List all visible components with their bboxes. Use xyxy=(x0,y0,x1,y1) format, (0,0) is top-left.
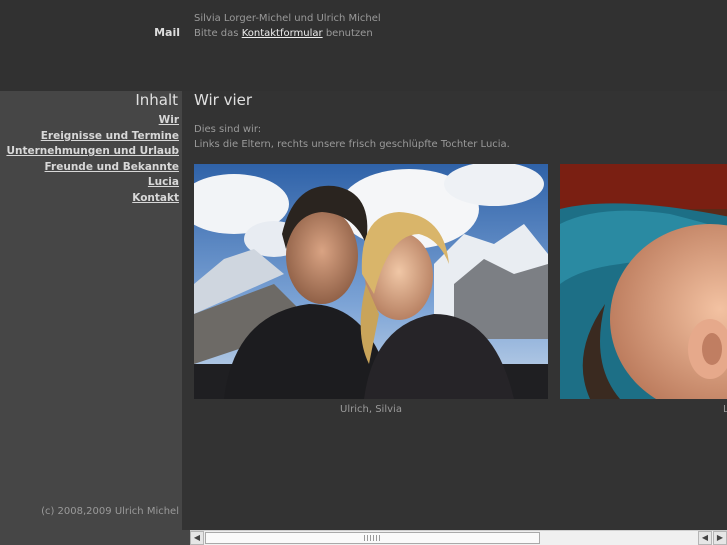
nav-title: Inhalt xyxy=(135,91,178,109)
contact-form-link[interactable]: Kontaktformular xyxy=(242,28,323,39)
nav-link-wir[interactable]: Wir xyxy=(159,114,179,126)
main-content: Wir vier Dies sind wir: Links die Eltern… xyxy=(182,91,727,532)
arrow-left-icon: ◀ xyxy=(701,533,709,542)
nav-link-kontakt[interactable]: Kontakt xyxy=(132,192,179,204)
intro-line-1: Dies sind wir: xyxy=(194,124,262,135)
photo-lucia[interactable] xyxy=(560,164,727,399)
grip-icon xyxy=(364,535,382,541)
mail-label: Mail xyxy=(154,26,180,39)
scrollbar-thumb[interactable] xyxy=(205,532,540,544)
page-title: Wir vier xyxy=(194,91,253,109)
photo-parents-image xyxy=(194,164,548,399)
horizontal-scrollbar[interactable]: ◀ ◀ ▶ xyxy=(190,530,727,545)
scroll-left-button[interactable]: ◀ xyxy=(190,531,204,545)
contact-block: Silvia Lorger-Michel und Ulrich Michel B… xyxy=(194,11,381,41)
copyright: (c) 2008,2009 Ulrich Michel xyxy=(41,506,179,517)
scrollbar-corner xyxy=(182,530,190,545)
photo-parents[interactable] xyxy=(194,164,548,399)
arrow-left-icon: ◀ xyxy=(193,533,201,542)
photo-caption-lucia: L xyxy=(723,404,727,415)
contact-line: Bitte das Kontaktformular benutzen xyxy=(194,26,381,41)
header: Mail Silvia Lorger-Michel und Ulrich Mic… xyxy=(0,0,727,91)
arrow-right-icon: ▶ xyxy=(716,533,724,542)
scroll-left-button-2[interactable]: ◀ xyxy=(698,531,712,545)
photo-lucia-image xyxy=(560,164,727,399)
nav-link-ereignisse[interactable]: Ereignisse und Termine xyxy=(41,130,179,142)
nav-link-unternehmungen[interactable]: Unternehmungen und Urlaub xyxy=(6,145,179,157)
nav-list: Wir Ereignisse und Termine Unternehmunge… xyxy=(6,113,179,206)
nav-item: Unternehmungen und Urlaub xyxy=(6,144,179,160)
nav-item: Ereignisse und Termine xyxy=(6,129,179,145)
intro-text: Dies sind wir: Links die Eltern, rechts … xyxy=(194,122,510,152)
scroll-right-button[interactable]: ▶ xyxy=(713,531,727,545)
nav-item: Lucia xyxy=(6,175,179,191)
contact-prefix: Bitte das xyxy=(194,28,239,39)
photo-caption-parents: Ulrich, Silvia xyxy=(340,404,402,415)
nav-item: Freunde und Bekannte xyxy=(6,160,179,176)
nav-item: Kontakt xyxy=(6,191,179,207)
nav-link-freunde[interactable]: Freunde und Bekannte xyxy=(45,161,179,173)
nav-item: Wir xyxy=(6,113,179,129)
intro-line-2: Links die Eltern, rechts unsere frisch g… xyxy=(194,139,510,150)
owner-names: Silvia Lorger-Michel und Ulrich Michel xyxy=(194,13,381,24)
sidebar: Inhalt Wir Ereignisse und Termine Untern… xyxy=(0,91,182,545)
nav-link-lucia[interactable]: Lucia xyxy=(148,176,179,188)
contact-suffix: benutzen xyxy=(325,28,373,39)
